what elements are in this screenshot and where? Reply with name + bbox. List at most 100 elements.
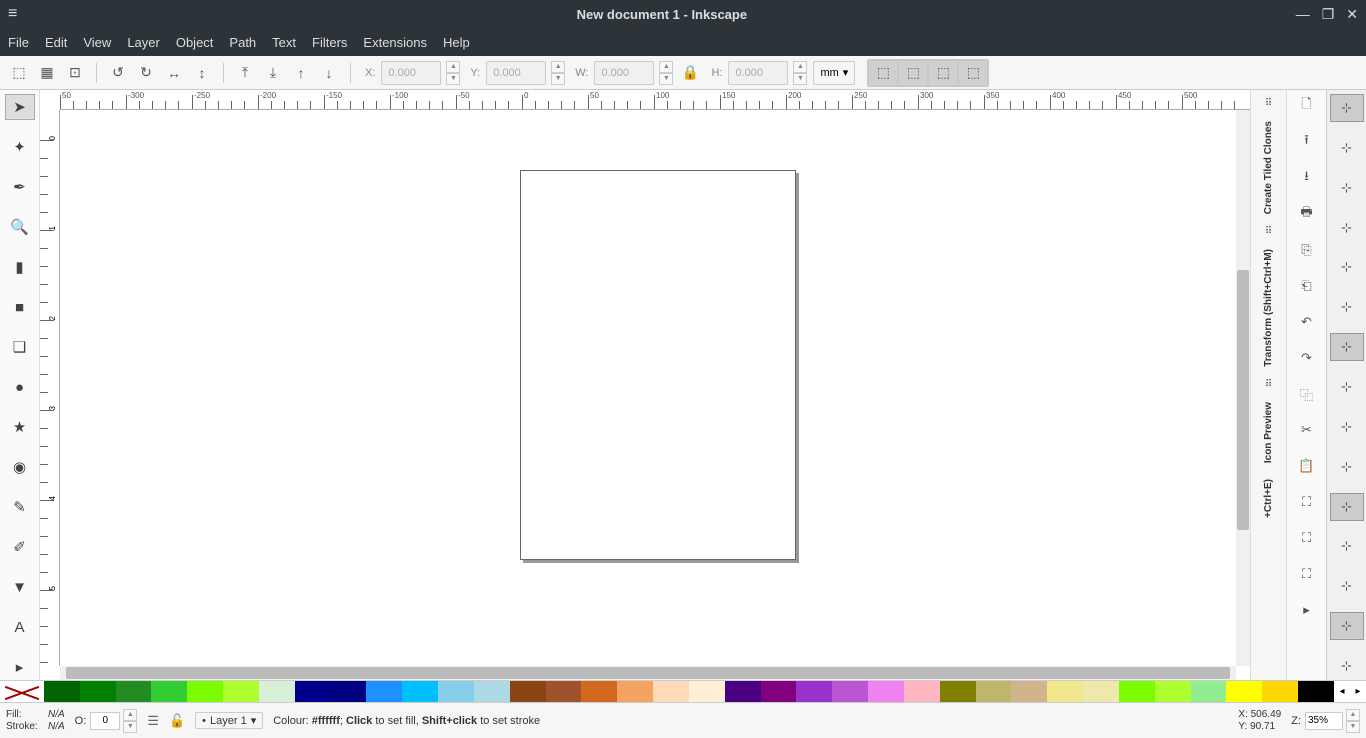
save-icon[interactable]: ⭳: [1294, 166, 1320, 190]
menu-object[interactable]: Object: [176, 35, 214, 50]
node-tool[interactable]: ✦: [5, 134, 35, 160]
import-icon[interactable]: ⎘: [1294, 238, 1320, 262]
3dbox-tool[interactable]: ❑: [5, 334, 35, 360]
rotate-cw-icon[interactable]: ↻: [135, 62, 157, 84]
w-spinner[interactable]: ▲▼: [659, 61, 673, 85]
color-swatch[interactable]: [1155, 681, 1191, 702]
undo-icon[interactable]: ↶: [1294, 310, 1320, 334]
color-swatch[interactable]: [725, 681, 761, 702]
dock-tab-tiled-clones[interactable]: Create Tiled Clones: [1263, 121, 1274, 214]
color-swatch[interactable]: [689, 681, 725, 702]
h-spinner[interactable]: ▲▼: [793, 61, 807, 85]
lower-bottom-icon[interactable]: ⤓: [262, 62, 284, 84]
text-tool[interactable]: A: [5, 614, 35, 640]
color-swatch[interactable]: [1119, 681, 1155, 702]
zoom-drawing-icon[interactable]: ⛶: [1294, 562, 1320, 586]
snap-node-icon[interactable]: ⊹: [1330, 333, 1364, 361]
dock-tab-icon-preview[interactable]: Icon Preview: [1263, 402, 1274, 463]
snap-line-mid-icon[interactable]: ⊹: [1330, 533, 1364, 561]
snap-cusp-icon[interactable]: ⊹: [1330, 453, 1364, 481]
menu-view[interactable]: View: [83, 35, 111, 50]
maximize-button[interactable]: ❐: [1322, 6, 1335, 23]
zoom-page-icon[interactable]: ⛶: [1294, 526, 1320, 550]
layer-visibility-icon[interactable]: ☰: [147, 713, 159, 729]
flip-h-icon[interactable]: ↔: [163, 62, 185, 84]
color-swatch[interactable]: [259, 681, 295, 702]
color-swatch[interactable]: [1047, 681, 1083, 702]
menu-text[interactable]: Text: [272, 35, 296, 50]
color-swatch[interactable]: [474, 681, 510, 702]
color-swatch[interactable]: [940, 681, 976, 702]
color-swatch[interactable]: [223, 681, 259, 702]
layer-selector[interactable]: •Layer 1 ▾: [195, 712, 263, 729]
snap-enable-icon[interactable]: ⊹: [1330, 94, 1364, 122]
snap-bbox-icon[interactable]: ⊹: [1330, 134, 1364, 162]
fill-stroke-indicator[interactable]: Fill:N/A Stroke:N/A: [6, 709, 65, 732]
color-swatch[interactable]: [1083, 681, 1119, 702]
color-swatch[interactable]: [44, 681, 80, 702]
cut-icon[interactable]: ✂: [1294, 418, 1320, 442]
w-field[interactable]: [594, 61, 654, 85]
color-swatch[interactable]: [546, 681, 582, 702]
color-swatch[interactable]: [617, 681, 653, 702]
opacity-field[interactable]: [90, 712, 120, 730]
more-tools-icon[interactable]: ▸: [5, 654, 35, 680]
color-swatch[interactable]: [653, 681, 689, 702]
color-swatch[interactable]: [438, 681, 474, 702]
snap-object-mid-icon[interactable]: ⊹: [1330, 572, 1364, 600]
copy-icon[interactable]: ⿻: [1294, 382, 1320, 406]
color-swatch[interactable]: [1191, 681, 1227, 702]
export-icon[interactable]: ⎗: [1294, 274, 1320, 298]
affect-gradient-icon[interactable]: ⬚: [929, 61, 957, 85]
calligraphy-tool[interactable]: ▼: [5, 574, 35, 600]
ruler-horizontal[interactable]: 50-300-250-200-150-100-50050100150200250…: [60, 90, 1250, 110]
snap-center-icon[interactable]: ⊹: [1330, 293, 1364, 321]
pencil-tool[interactable]: ✎: [5, 494, 35, 520]
rect-tool[interactable]: ■: [5, 294, 35, 320]
more-icon[interactable]: ▸: [1294, 598, 1320, 622]
palette-menu-icon[interactable]: ▸: [1350, 681, 1366, 702]
affect-pattern-icon[interactable]: ⬚: [959, 61, 987, 85]
snap-smooth-icon[interactable]: ⊹: [1330, 493, 1364, 521]
color-swatch[interactable]: [1011, 681, 1047, 702]
zoom-field[interactable]: [1305, 712, 1343, 730]
color-swatch[interactable]: [761, 681, 797, 702]
dock-tab-transform[interactable]: Transform (Shift+Ctrl+M): [1263, 249, 1274, 367]
redo-icon[interactable]: ↷: [1294, 346, 1320, 370]
minimize-button[interactable]: —: [1296, 6, 1310, 23]
zoom-fit-icon[interactable]: ⛶: [1294, 490, 1320, 514]
new-doc-icon[interactable]: 🗋: [1294, 94, 1320, 118]
y-spinner[interactable]: ▲▼: [551, 61, 565, 85]
snap-edge-icon[interactable]: ⊹: [1330, 174, 1364, 202]
color-swatch[interactable]: [581, 681, 617, 702]
spiral-tool[interactable]: ◉: [5, 454, 35, 480]
paste-icon[interactable]: 📋: [1294, 454, 1320, 478]
color-swatch[interactable]: [796, 681, 832, 702]
scrollbar-vertical[interactable]: [1236, 110, 1250, 666]
color-swatch[interactable]: [331, 681, 367, 702]
color-swatch[interactable]: [295, 681, 331, 702]
menu-help[interactable]: Help: [443, 35, 470, 50]
raise-top-icon[interactable]: ⤒: [234, 62, 256, 84]
affect-corners-icon[interactable]: ⬚: [899, 61, 927, 85]
snap-path-icon[interactable]: ⊹: [1330, 373, 1364, 401]
snap-intersection-icon[interactable]: ⊹: [1330, 413, 1364, 441]
lock-aspect-icon[interactable]: 🔒: [679, 62, 701, 84]
star-tool[interactable]: ★: [5, 414, 35, 440]
close-button[interactable]: ✕: [1346, 6, 1358, 23]
no-color-swatch[interactable]: [0, 681, 44, 702]
color-swatch[interactable]: [868, 681, 904, 702]
zoom-tool[interactable]: 🔍: [5, 214, 35, 240]
color-swatch[interactable]: [904, 681, 940, 702]
snap-text-icon[interactable]: ⊹: [1330, 652, 1364, 680]
menu-file[interactable]: File: [8, 35, 29, 50]
color-swatch[interactable]: [80, 681, 116, 702]
color-swatch[interactable]: [116, 681, 152, 702]
menu-extensions[interactable]: Extensions: [363, 35, 427, 50]
color-swatch[interactable]: [187, 681, 223, 702]
ruler-vertical[interactable]: 012345: [40, 110, 60, 666]
color-swatch[interactable]: [510, 681, 546, 702]
select-all-icon[interactable]: ⬚: [8, 62, 30, 84]
color-swatch[interactable]: [151, 681, 187, 702]
color-swatch[interactable]: [1226, 681, 1262, 702]
